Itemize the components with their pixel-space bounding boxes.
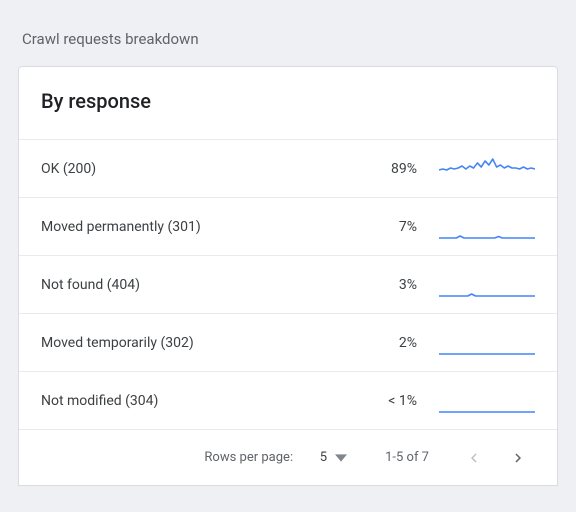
card-title: By response [19, 67, 557, 139]
table-row[interactable]: Moved permanently (301) 7% [19, 197, 557, 255]
rows-per-page-select[interactable]: 5 [307, 446, 353, 469]
row-value: 7% [359, 219, 417, 235]
rows-per-page-label: Rows per page: [204, 450, 293, 465]
table-row[interactable]: Moved temporarily (302) 2% [19, 313, 557, 371]
row-sparkline [439, 156, 535, 182]
row-value: 89% [359, 161, 417, 177]
row-label: Not found (404) [41, 277, 359, 293]
table-row[interactable]: Not found (404) 3% [19, 255, 557, 313]
table-row[interactable]: OK (200) 89% [19, 139, 557, 197]
chevron-right-icon [509, 449, 527, 467]
next-page-button[interactable] [501, 441, 535, 475]
rows-per-page-value: 5 [313, 450, 327, 465]
prev-page-button[interactable] [457, 441, 491, 475]
row-sparkline [439, 388, 535, 414]
pager-range: 1-5 of 7 [385, 450, 429, 465]
chevron-left-icon [465, 449, 483, 467]
section-title: Crawl requests breakdown [22, 30, 558, 48]
table-pager: Rows per page: 5 1-5 of 7 [19, 429, 557, 485]
table-row[interactable]: Not modified (304) < 1% [19, 371, 557, 429]
by-response-card: By response OK (200) 89% Moved permanent… [18, 66, 558, 486]
row-label: Moved temporarily (302) [41, 335, 359, 351]
row-sparkline [439, 330, 535, 356]
row-value: 3% [359, 277, 417, 293]
row-value: 2% [359, 335, 417, 351]
row-value: < 1% [359, 393, 417, 409]
row-label: Not modified (304) [41, 393, 359, 409]
row-label: OK (200) [41, 161, 359, 177]
row-sparkline [439, 214, 535, 240]
row-label: Moved permanently (301) [41, 219, 359, 235]
row-sparkline [439, 272, 535, 298]
chevron-down-icon [335, 454, 347, 462]
